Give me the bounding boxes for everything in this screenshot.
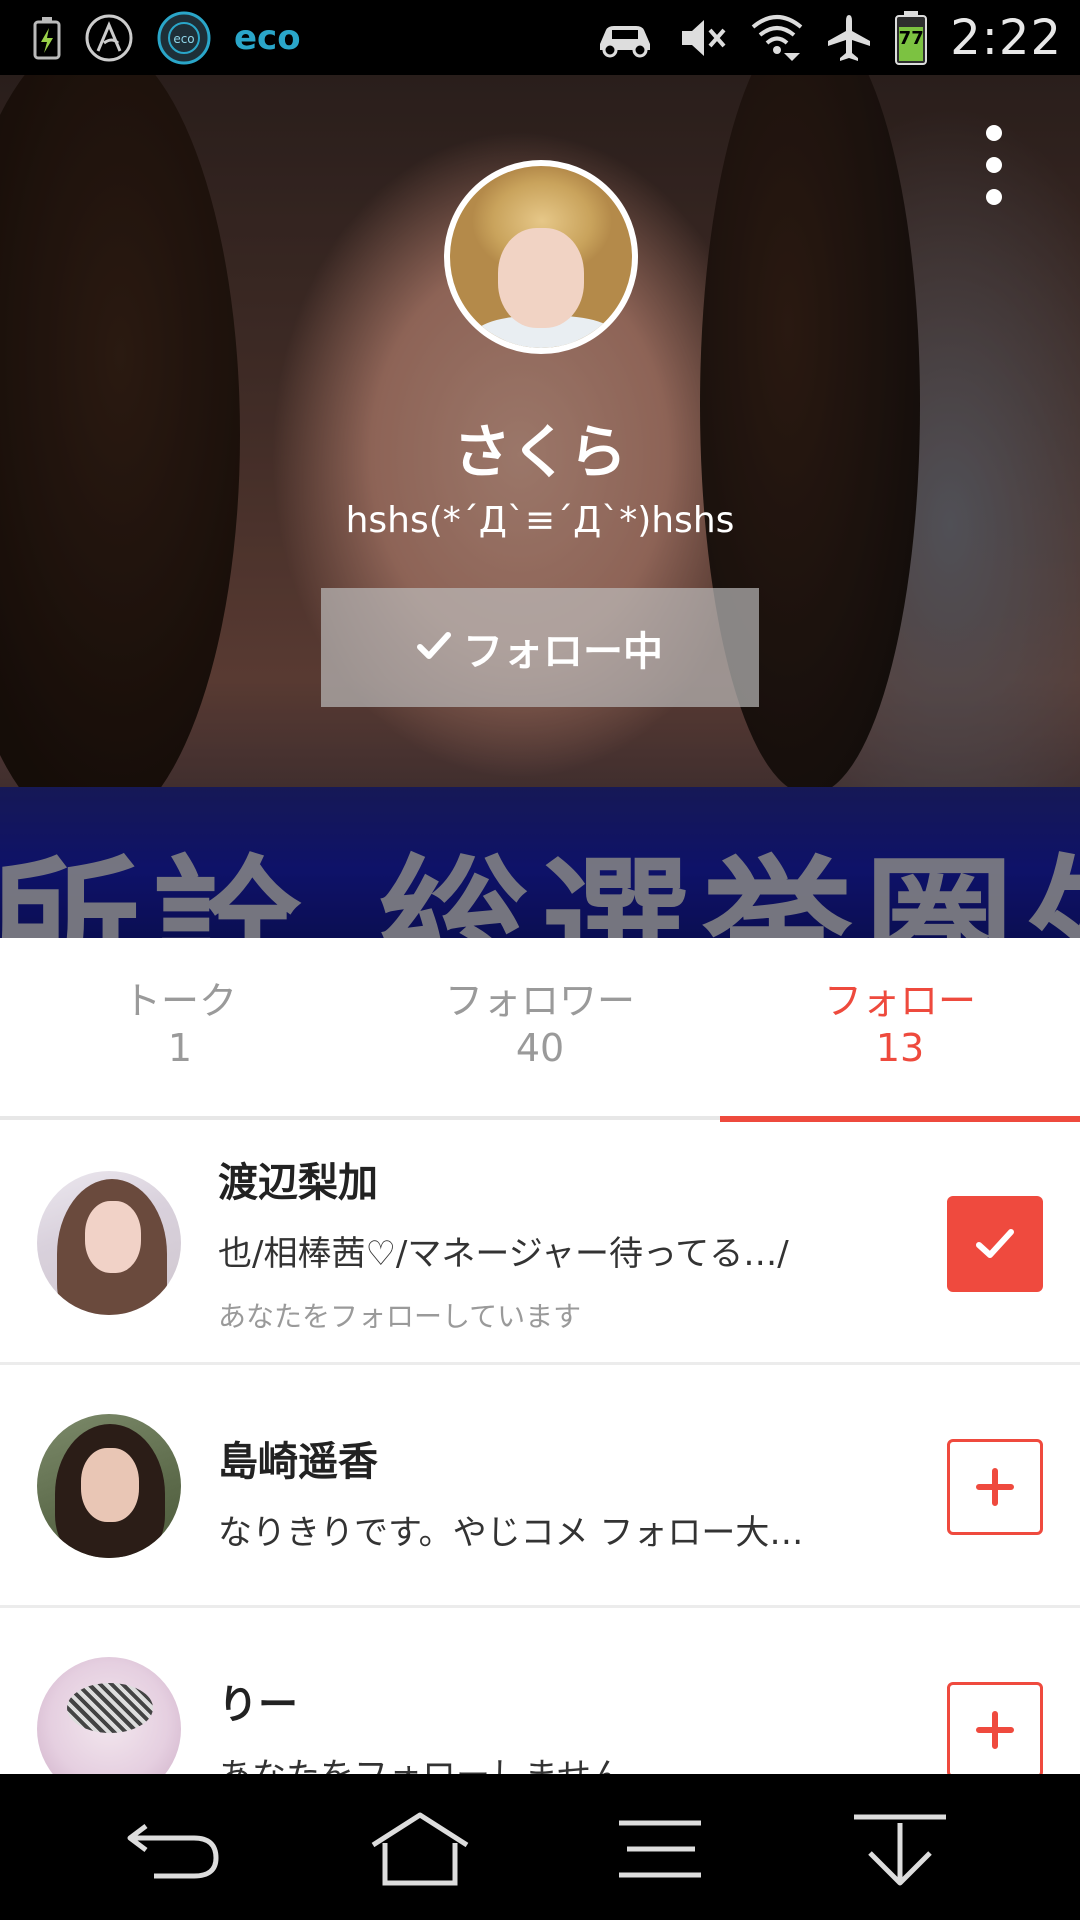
mute-icon — [678, 16, 728, 60]
following-button-label: フォロー中 — [463, 628, 663, 675]
user-bio: なりきりです。やじコメ フォロー大… — [218, 1513, 804, 1553]
tab-talk-label: トーク — [122, 979, 237, 1023]
user-name: りー — [218, 1682, 298, 1728]
following-button[interactable]: フォロー中 — [321, 588, 759, 707]
tab-following[interactable]: フォロー 13 — [720, 978, 1080, 1072]
battery-charging-icon — [32, 16, 62, 60]
app-logo-icon — [84, 13, 134, 63]
status-bar: eco eco 77 2:22 — [0, 0, 1080, 75]
profile-header: 所詮 総選挙圏外 さくら hshs(*´Д`≡´Д`*)hshs フォロー中 — [0, 75, 1080, 938]
avatar[interactable] — [37, 1414, 181, 1558]
menu-icon[interactable] — [600, 1804, 720, 1894]
tab-talk-count: 1 — [167, 1026, 193, 1070]
avatar[interactable] — [37, 1171, 181, 1315]
back-icon[interactable] — [114, 1804, 234, 1894]
tab-following-count: 13 — [875, 1026, 925, 1070]
tab-followers-count: 40 — [515, 1026, 565, 1070]
home-icon[interactable] — [360, 1804, 480, 1894]
follow-status: あなたをフォローしています — [218, 1300, 582, 1333]
user-bio: 也/相棒茜♡/マネージャー待ってる…/ — [218, 1234, 789, 1274]
tab-following-label: フォロー — [823, 979, 976, 1023]
avatar[interactable] — [37, 1657, 181, 1774]
check-icon — [976, 1229, 1014, 1258]
battery-level-text: 77 — [898, 28, 924, 49]
airplane-icon — [826, 13, 872, 63]
download-icon[interactable] — [840, 1804, 960, 1894]
following-list: 渡辺梨加 也/相棒茜♡/マネージャー待ってる…/ あなたをフォローしています 島… — [0, 1122, 1080, 1774]
profile-name: さくら — [452, 418, 627, 486]
list-item[interactable]: 島崎遥香 なりきりです。やじコメ フォロー大… — [0, 1365, 1080, 1608]
plus-icon — [976, 1468, 1014, 1506]
follow-button[interactable] — [947, 1439, 1043, 1535]
more-options-icon[interactable] — [980, 125, 1008, 205]
eco-text-icon: eco — [234, 18, 301, 58]
tab-talk[interactable]: トーク 1 — [0, 978, 360, 1072]
tab-followers[interactable]: フォロワー 40 — [360, 978, 720, 1072]
svg-text:eco: eco — [173, 32, 194, 46]
user-name: 島崎遥香 — [218, 1439, 378, 1485]
user-name: 渡辺梨加 — [218, 1160, 378, 1206]
profile-bio: hshs(*´Д`≡´Д`*)hshs — [345, 500, 735, 541]
follow-button[interactable] — [947, 1682, 1043, 1774]
wifi-icon — [750, 13, 804, 63]
user-bio: あなたをフォローしません — [218, 1748, 625, 1774]
list-item[interactable]: 渡辺梨加 也/相棒茜♡/マネージャー待ってる…/ あなたをフォローしています — [0, 1122, 1080, 1365]
unfollow-button[interactable] — [947, 1196, 1043, 1292]
navigation-bar — [0, 1774, 1080, 1920]
status-time: 2:22 — [950, 10, 1062, 66]
profile-tabs: トーク 1 フォロワー 40 フォロー 13 — [0, 938, 1080, 1118]
eco-circle-icon: eco — [156, 10, 212, 66]
battery-icon: 77 — [894, 10, 928, 66]
tab-followers-label: フォロワー — [444, 979, 635, 1023]
plus-icon — [976, 1711, 1014, 1749]
check-icon — [417, 625, 451, 671]
profile-avatar[interactable] — [444, 160, 638, 354]
list-item[interactable]: りー あなたをフォローしません — [0, 1608, 1080, 1774]
car-icon — [594, 18, 656, 58]
